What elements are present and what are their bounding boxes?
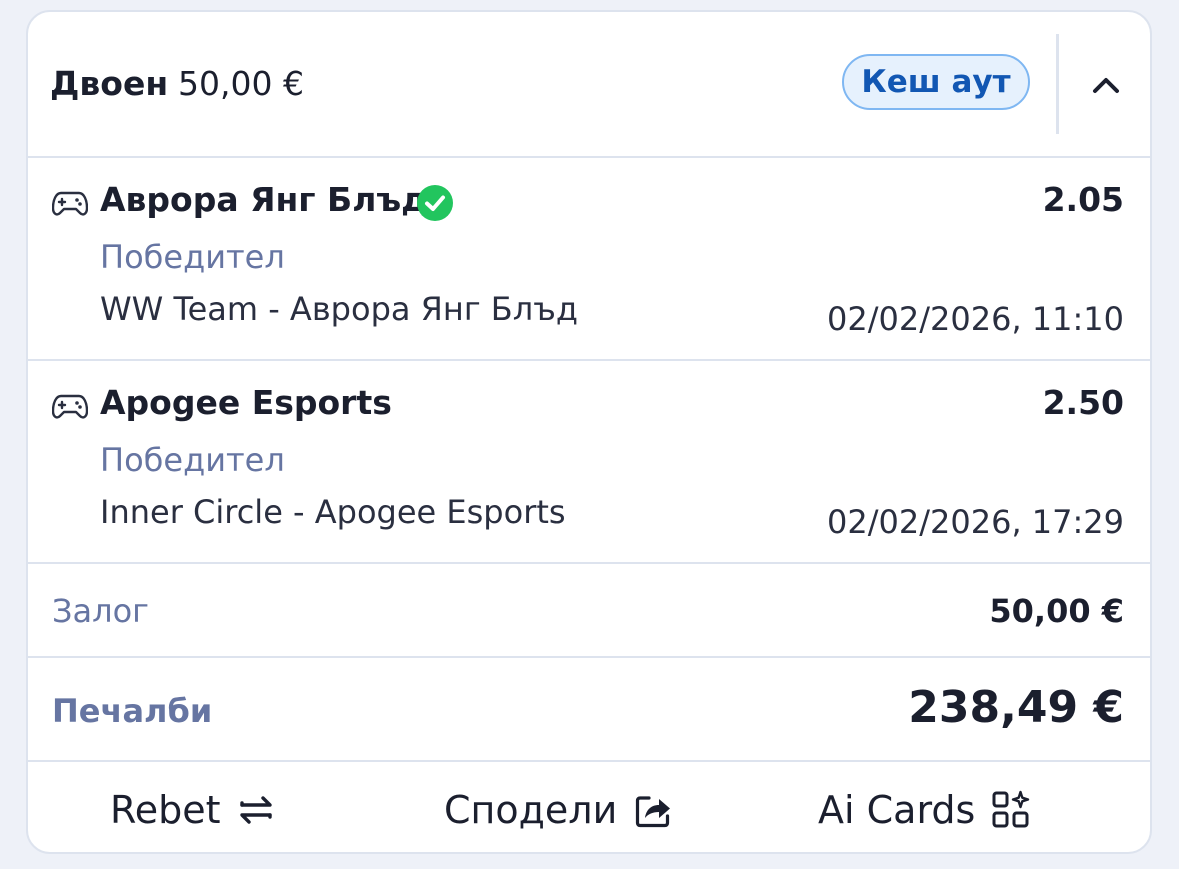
rebet-button[interactable]: Rebet — [110, 786, 276, 834]
selection-name: Аврора Янг Блъд — [100, 180, 428, 219]
bet-card: Двоен 50,00 € Кеш аут Аврора Янг Блъд 2.… — [26, 10, 1152, 854]
selection-odds: 2.05 — [1042, 180, 1124, 219]
gamepad-icon — [52, 394, 88, 419]
action-bar: Rebet Сподели Ai Cards — [28, 762, 1150, 852]
header-divider — [1056, 34, 1059, 134]
selection-event: WW Team - Аврора Янг Блъд — [100, 290, 578, 328]
grid-sparkle-icon — [992, 790, 1030, 828]
selection-market: Победител — [100, 441, 285, 479]
stake-label: Залог — [52, 592, 149, 630]
check-circle-icon — [417, 185, 453, 221]
selection-market: Победител — [100, 238, 285, 276]
share-button[interactable]: Сподели — [444, 786, 673, 834]
share-label: Сподели — [444, 788, 618, 832]
rebet-label: Rebet — [110, 788, 221, 832]
stake-row: Залог 50,00 € — [28, 564, 1150, 658]
selection-odds: 2.50 — [1042, 383, 1124, 422]
selection-date: 02/02/2026, 11:10 — [827, 300, 1124, 338]
chevron-up-icon — [1093, 78, 1119, 93]
winnings-label: Печалби — [52, 692, 213, 730]
selection-item: Apogee Esports 2.50 Победител Inner Circ… — [28, 361, 1150, 564]
cashout-button[interactable]: Кеш аут — [842, 54, 1030, 110]
repeat-icon — [240, 796, 273, 824]
gamepad-icon — [52, 191, 88, 216]
bet-header: Двоен 50,00 € Кеш аут — [28, 12, 1150, 158]
share-icon — [636, 796, 671, 828]
winnings-row: Печалби 238,49 € — [28, 658, 1150, 762]
stake-value: 50,00 € — [989, 592, 1124, 630]
bet-type: Двоен — [50, 64, 169, 103]
ai-cards-button[interactable]: Ai Cards — [818, 786, 1031, 834]
winnings-value: 238,49 € — [908, 682, 1124, 733]
selection-date: 02/02/2026, 17:29 — [827, 503, 1124, 541]
bet-amount: 50,00 € — [178, 64, 304, 103]
ai-cards-label: Ai Cards — [818, 788, 976, 832]
collapse-button[interactable] — [1086, 64, 1126, 104]
selection-event: Inner Circle - Apogee Esports — [100, 493, 566, 531]
selection-item: Аврора Янг Блъд 2.05 Победител WW Team -… — [28, 158, 1150, 361]
selection-name: Apogee Esports — [100, 383, 392, 422]
